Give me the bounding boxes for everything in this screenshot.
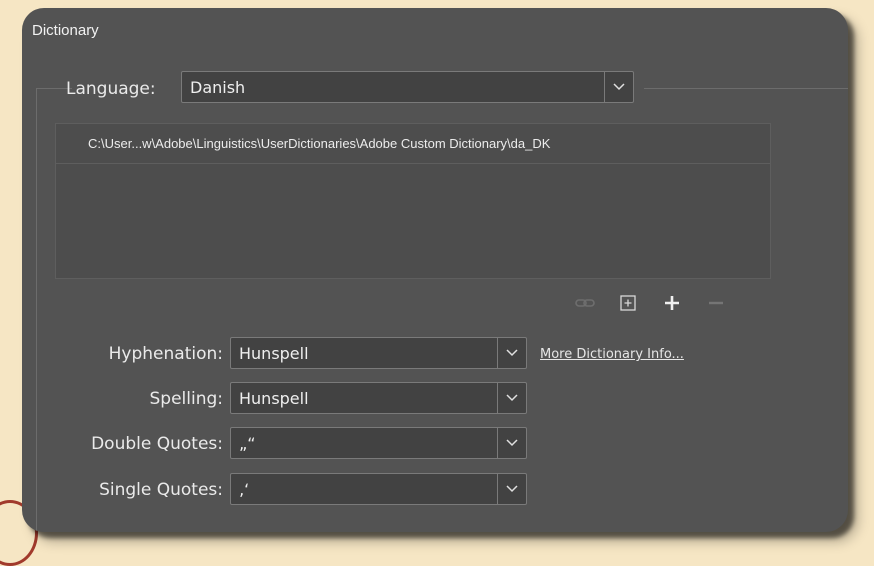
single-quotes-select[interactable]: ‚‘ [230, 473, 527, 505]
language-label: Language: [66, 79, 156, 99]
dictionary-list[interactable]: C:\User...w\Adobe\Linguistics\UserDictio… [55, 123, 771, 279]
spelling-label: Spelling: [149, 389, 223, 409]
remove-icon[interactable] [705, 292, 727, 314]
add-icon[interactable] [661, 292, 683, 314]
link-icon[interactable] [574, 292, 596, 314]
dictionary-panel: Dictionary Language: Danish C:\User...w\… [22, 8, 848, 532]
chevron-down-icon[interactable] [497, 383, 526, 413]
group-divider-right [644, 88, 848, 89]
double-quotes-select[interactable]: „“ [230, 427, 527, 459]
hyphenation-label: Hyphenation: [108, 344, 223, 364]
new-dictionary-icon[interactable] [617, 292, 639, 314]
spelling-value: Hunspell [239, 389, 309, 408]
language-value: Danish [190, 78, 246, 97]
chevron-down-icon[interactable] [497, 428, 526, 458]
chevron-down-icon[interactable] [604, 72, 633, 102]
double-quotes-label: Double Quotes: [91, 434, 223, 454]
language-select[interactable]: Danish [181, 71, 634, 103]
chevron-down-icon[interactable] [497, 338, 526, 368]
single-quotes-label: Single Quotes: [99, 480, 223, 500]
hyphenation-select[interactable]: Hunspell [230, 337, 527, 369]
single-quotes-value: ‚‘ [239, 480, 250, 499]
more-dictionary-info-link[interactable]: More Dictionary Info... [540, 347, 684, 362]
panel-title: Dictionary [32, 22, 99, 39]
dictionary-path: C:\User...w\Adobe\Linguistics\UserDictio… [88, 136, 551, 151]
chevron-down-icon[interactable] [497, 474, 526, 504]
spelling-select[interactable]: Hunspell [230, 382, 527, 414]
double-quotes-value: „“ [239, 434, 256, 453]
group-divider-vertical [36, 88, 37, 532]
list-item[interactable]: C:\User...w\Adobe\Linguistics\UserDictio… [56, 124, 770, 164]
hyphenation-value: Hunspell [239, 344, 309, 363]
